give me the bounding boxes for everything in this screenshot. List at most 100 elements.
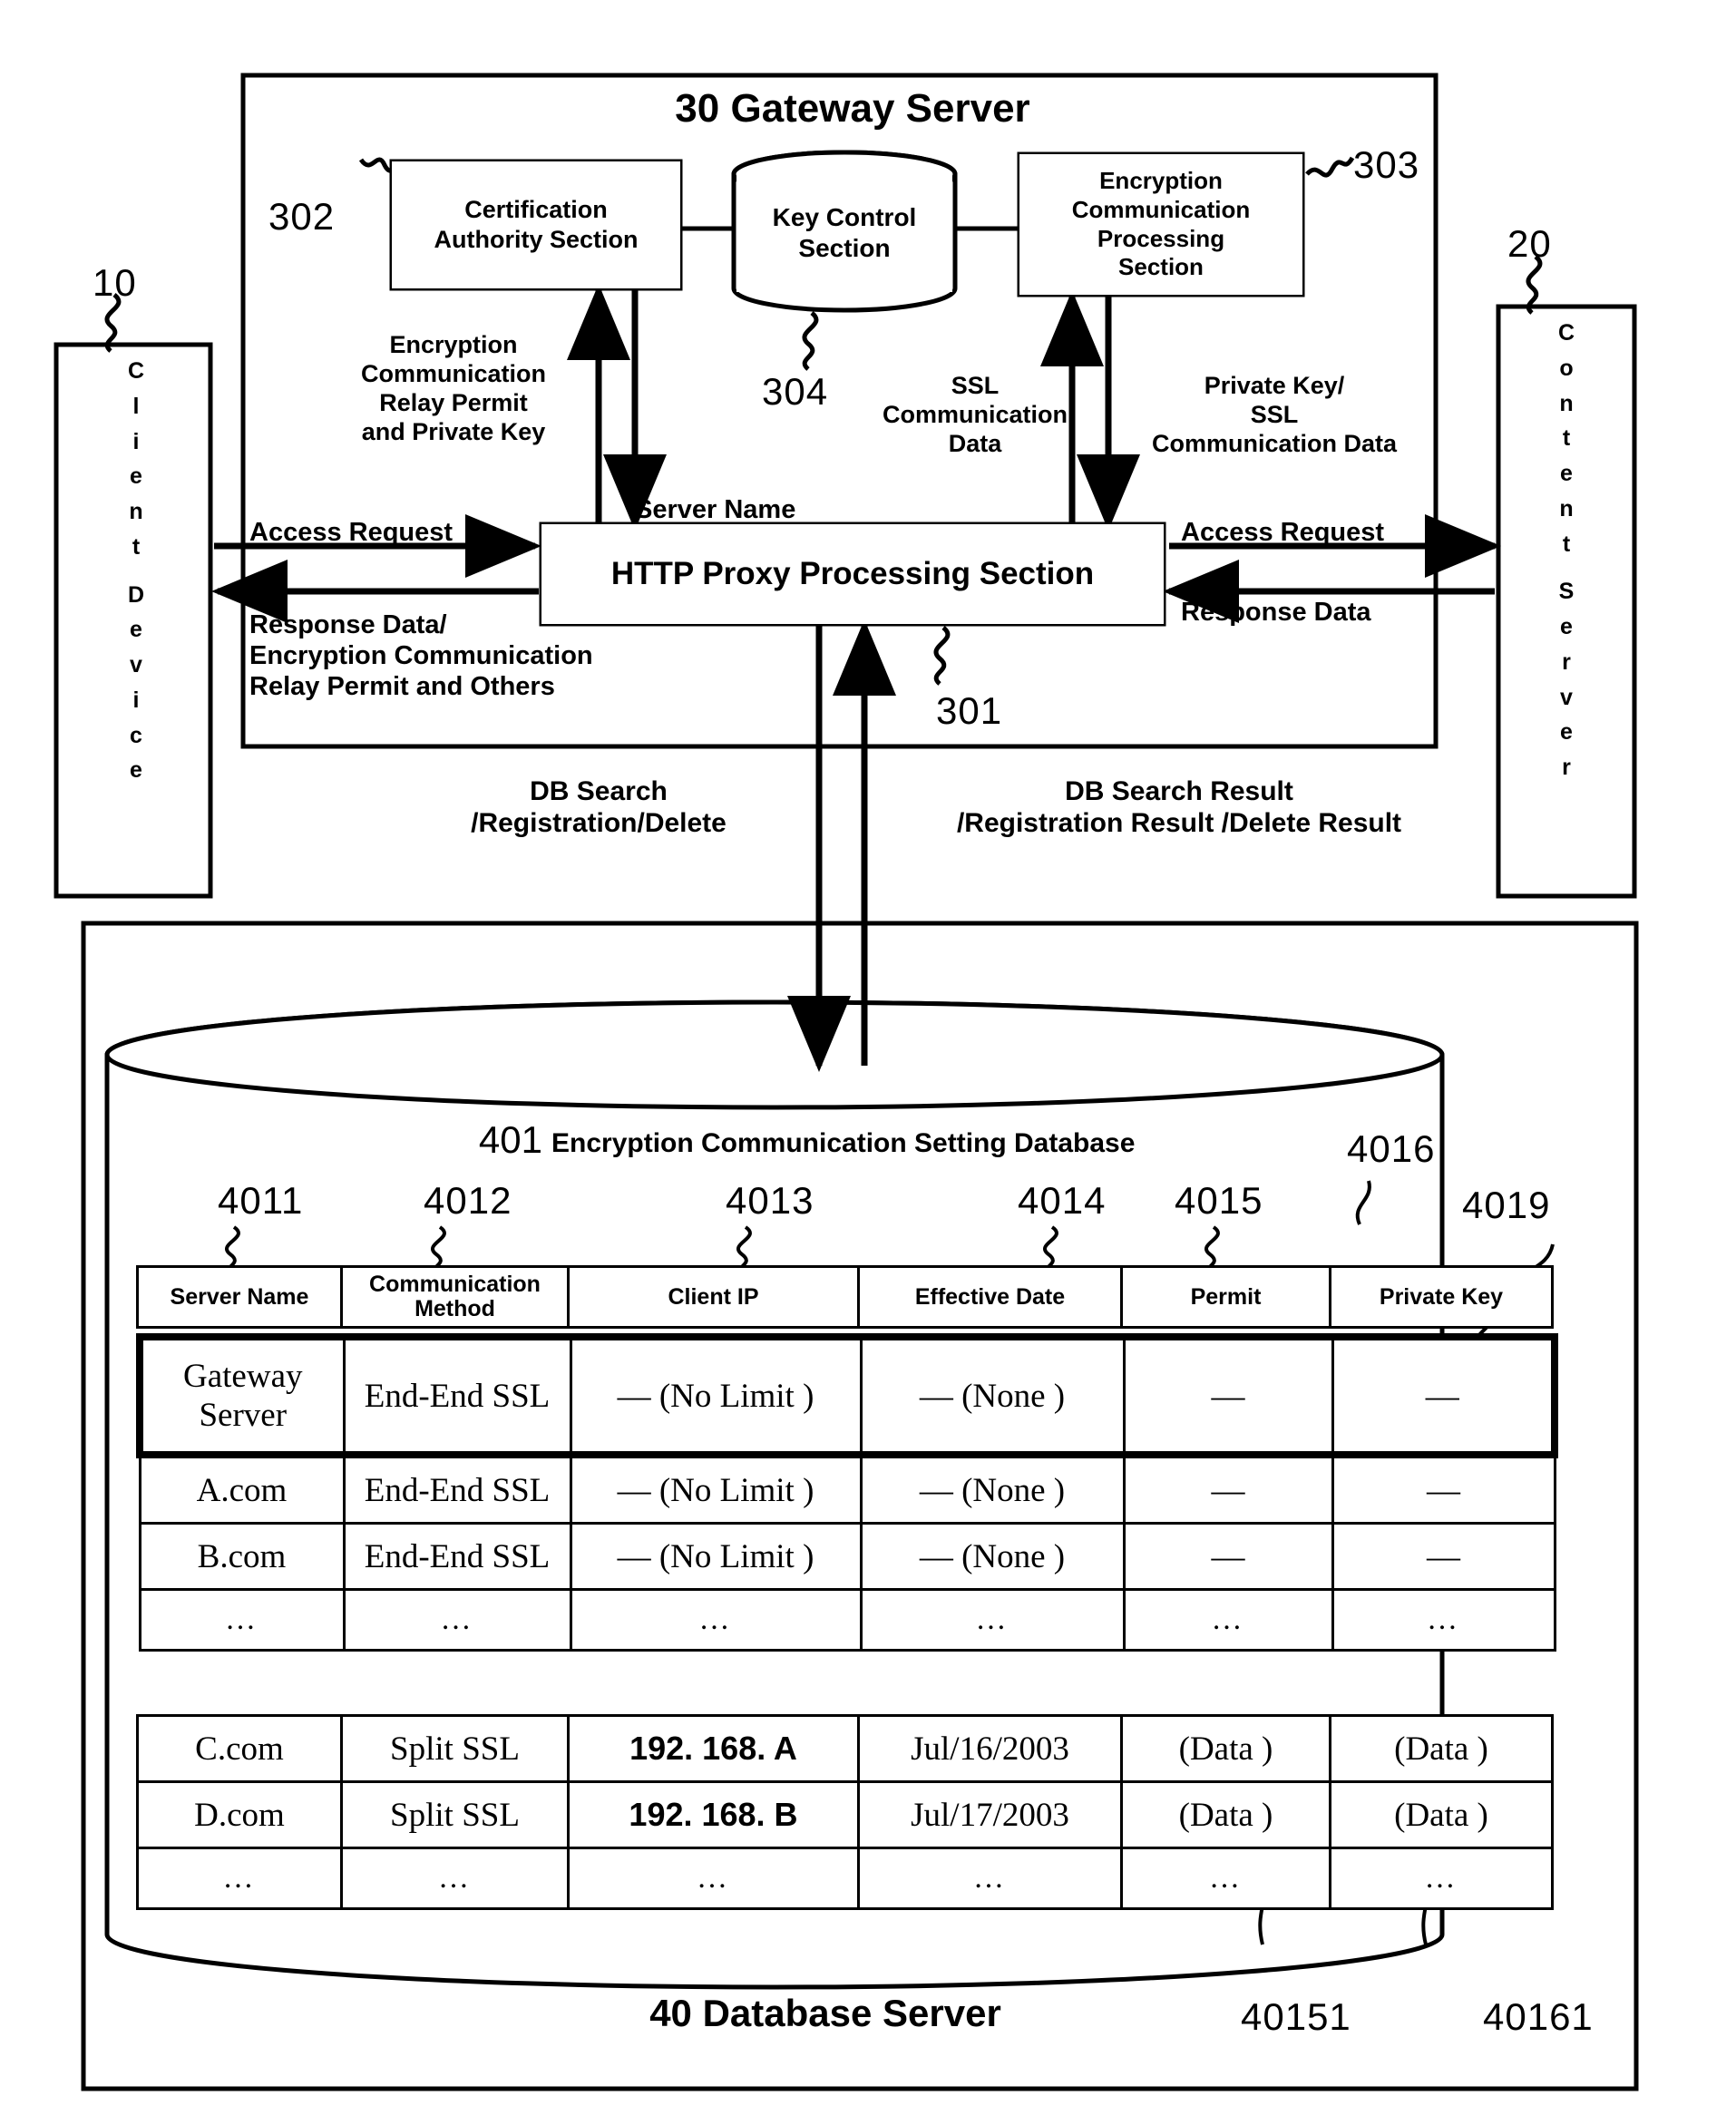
table-column-header: Effective Date <box>857 1265 1123 1329</box>
table-row: B.com End-End SSL — (No Limit ) — (None ) — — <box>138 1522 1556 1591</box>
table-cell: (Data ) <box>1329 1780 1554 1849</box>
database-server-title: 40 Database Server <box>649 1992 1001 2034</box>
client-device-letter: i <box>132 687 140 713</box>
client-device-letter: e <box>130 617 142 643</box>
table-cell: — (No Limit ) <box>569 1453 863 1525</box>
table-cell: … <box>1329 1847 1554 1910</box>
content-server-letter: v <box>1560 684 1573 710</box>
table-cell: — <box>1331 1333 1558 1458</box>
table-cell: — <box>1122 1522 1334 1591</box>
table-cell: — (None ) <box>859 1453 1126 1525</box>
content-server-letter: e <box>1560 461 1573 486</box>
content-server-letter: r <box>1562 648 1571 675</box>
client-device-letter: n <box>129 499 143 524</box>
ref-40151: 40151 <box>1241 1995 1351 2038</box>
http-proxy-processing-section-label: HTTP Proxy Processing Section <box>610 555 1095 591</box>
table-column-header: Permit <box>1120 1265 1331 1329</box>
client-device-letter: i <box>132 428 140 454</box>
ref-4012: 4012 <box>424 1179 512 1222</box>
table-cell: End-End SSL <box>342 1453 572 1525</box>
table-cell: A.com <box>138 1453 346 1525</box>
content-server-letter: t <box>1562 531 1571 557</box>
content-server-label: ContentServer <box>1539 316 1594 785</box>
ref-302: 302 <box>268 195 336 238</box>
label-db-search-result: DB Search Result /Registration Result /D… <box>956 776 1402 839</box>
label-ssl-communication-data: SSL Communication Data <box>882 372 1068 457</box>
table-cell: — <box>1122 1453 1334 1525</box>
table-cell: End-End SSL <box>342 1333 572 1458</box>
certification-authority-section: Certification Authority Section <box>392 161 680 288</box>
table-cell: … <box>857 1847 1123 1910</box>
table-cell: Gateway Server <box>136 1333 346 1458</box>
table-cell: B.com <box>138 1522 346 1591</box>
label-access-request-server: Access Request <box>1181 518 1385 547</box>
client-device-letter: D <box>127 581 145 608</box>
key-control-section: Key Control Section <box>736 174 952 292</box>
certification-authority-section-label: Certification Authority Section <box>434 196 639 253</box>
table-cell: — (No Limit ) <box>569 1333 863 1458</box>
table-cell: 192. 168. A <box>567 1714 860 1783</box>
table-cell: … <box>1122 1588 1334 1652</box>
table-row: D.com Split SSL 192. 168. B Jul/17/2003 (Dat… <box>136 1780 1554 1849</box>
content-server-letter: o <box>1559 355 1574 381</box>
table-column-header: Client IP <box>567 1265 860 1329</box>
table-cell: D.com <box>136 1780 343 1849</box>
table-column-header: Private Key <box>1329 1265 1554 1329</box>
ref-4015: 4015 <box>1175 1179 1263 1222</box>
gateway-server-title: 30 Gateway Server <box>675 86 1030 131</box>
db-table-header: Server Name Communication Method Client IP… <box>136 1265 1554 1329</box>
label-private-key-ssl-data: Private Key/ SSL Communication Data <box>1151 372 1398 457</box>
table-cell: — <box>1331 1453 1556 1525</box>
ref-4011: 4011 <box>218 1179 304 1222</box>
table-cell: … <box>567 1847 860 1910</box>
label-response-data-client: Response Data/ Encryption Communication … <box>249 610 593 702</box>
ref-4019: 4019 <box>1462 1184 1551 1226</box>
client-device-letter: v <box>130 652 142 677</box>
db-title: Encryption Communication Setting Databas… <box>551 1128 1136 1158</box>
table-cell: End-End SSL <box>342 1522 572 1591</box>
client-device-letter: t <box>132 533 141 560</box>
label-response-data-server: Response Data <box>1181 598 1371 627</box>
table-cell: — <box>1331 1522 1556 1591</box>
content-server-letter: t <box>1562 425 1571 452</box>
client-device-letter: C <box>127 358 145 384</box>
table-cell: — (None ) <box>859 1522 1126 1591</box>
table-cell: … <box>569 1588 863 1652</box>
table-cell: … <box>138 1588 346 1652</box>
table-cell: (Data ) <box>1120 1714 1331 1783</box>
content-server-letter: n <box>1559 495 1574 522</box>
table-cell: — (None ) <box>859 1333 1126 1458</box>
client-device-letter: c <box>130 722 142 748</box>
ref-4013: 4013 <box>726 1179 814 1222</box>
patent-figure-page: 30 Gateway Server 302 Certification Auth… <box>0 0 1736 2125</box>
table-cell: (Data ) <box>1329 1714 1554 1783</box>
ref-4016: 4016 <box>1347 1127 1436 1170</box>
table-cell: (Data ) <box>1120 1780 1331 1849</box>
table-cell: … <box>859 1588 1126 1652</box>
key-control-section-label: Key Control Section <box>772 202 917 262</box>
ref-40161: 40161 <box>1483 1995 1594 2038</box>
client-device-letter: e <box>130 757 142 784</box>
table-cell: … <box>136 1847 343 1910</box>
ref-301: 301 <box>936 689 1003 732</box>
db-table-body-lower: C.com Split SSL 192. 168. A Jul/16/2003 (Dat… <box>136 1714 1554 1910</box>
table-row: ……………… <box>138 1588 1556 1652</box>
table-row: ……………… <box>136 1847 1554 1910</box>
db-title-ref: 401 <box>478 1118 542 1161</box>
content-server-letter: S <box>1558 579 1575 605</box>
encryption-communication-processing-section-label: Encryption Communication Processing Sect… <box>1071 167 1251 281</box>
table-column-header: Communication Method <box>340 1265 570 1329</box>
content-server-letter: C <box>1557 320 1575 346</box>
client-device-letter: l <box>132 393 140 419</box>
table-cell: C.com <box>136 1714 343 1783</box>
table-cell: Jul/16/2003 <box>857 1714 1123 1783</box>
table-cell: … <box>342 1588 572 1652</box>
content-server-letter: r <box>1562 755 1571 780</box>
table-row: Gateway Server End-End SSL — (No Limit ) — … <box>136 1333 1558 1458</box>
table-header-row: Server Name Communication Method Client IP… <box>136 1265 1554 1329</box>
content-server-letter: e <box>1560 719 1573 746</box>
label-server-name: Server Name <box>635 495 796 524</box>
table-column-header: Server Name <box>136 1265 343 1329</box>
table-cell: … <box>1331 1588 1556 1652</box>
table-cell: … <box>1120 1847 1331 1910</box>
